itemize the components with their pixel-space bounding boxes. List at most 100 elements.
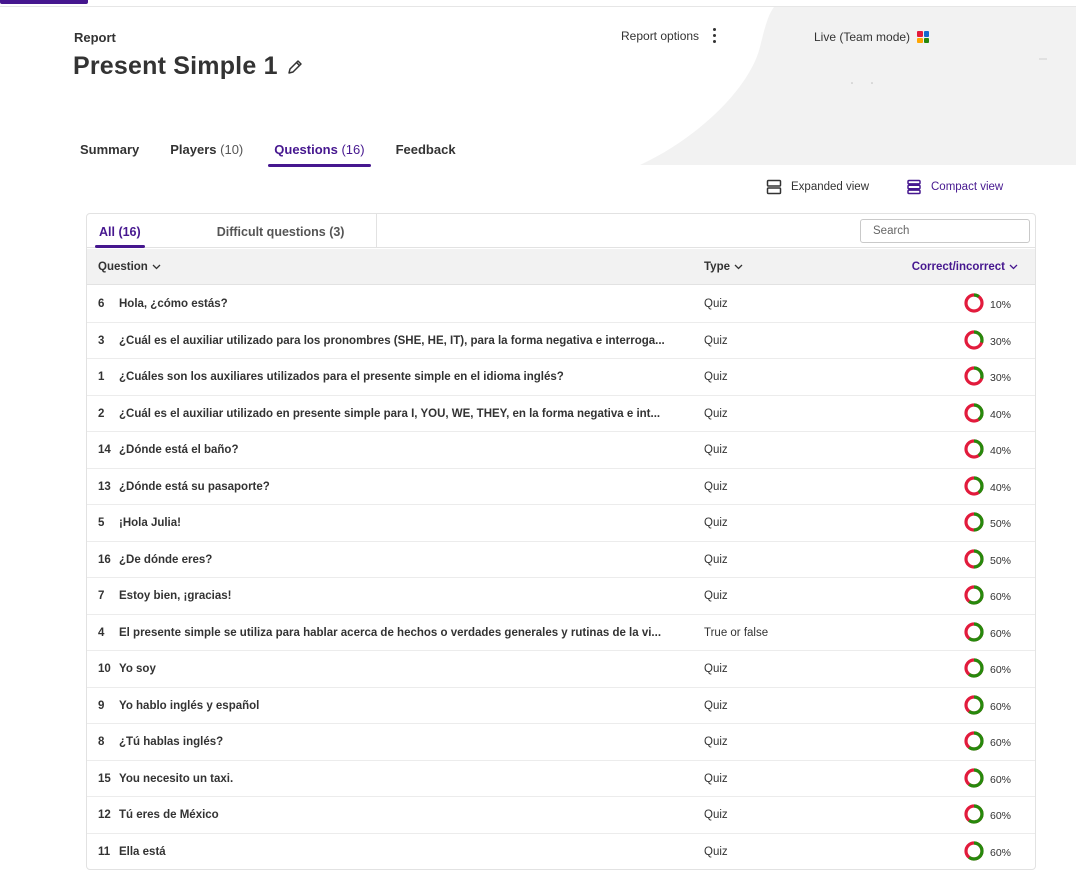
table-row[interactable]: 15 You necesito un taxi. Quiz 60% [87, 761, 1035, 797]
question-text: ¿Cuál es el auxiliar utilizado en presen… [119, 407, 661, 420]
question-number: 12 [98, 809, 111, 821]
tab-summary[interactable]: Summary [80, 138, 139, 167]
correct-donut-icon [964, 767, 984, 788]
correct-percentage: 40% [990, 445, 1012, 457]
chevron-down-icon [734, 264, 743, 270]
table-row[interactable]: 4 El presente simple se utiliza para habl… [87, 615, 1035, 651]
report-tabs: Summary Players (10) Questions (16) Feed… [80, 138, 487, 167]
question-type: Quiz [704, 590, 728, 602]
correct-percentage: 60% [990, 846, 1012, 859]
subtab-all[interactable]: All (16) [95, 214, 145, 248]
correct-percentage: 60% [990, 591, 1012, 603]
correct-percentage: 60% [990, 627, 1012, 640]
correct-donut-icon [964, 585, 984, 605]
question-number: 8 [98, 736, 105, 748]
tab-questions[interactable]: Questions (16) [268, 138, 371, 167]
tab-count: (16) [341, 142, 365, 157]
question-number: 3 [98, 334, 105, 347]
question-number: 7 [98, 590, 105, 602]
correct-percentage: 30% [990, 372, 1012, 384]
table-row[interactable]: 5 ¡Hola Julia! Quiz 50% [87, 505, 1035, 542]
correct-donut-icon [964, 439, 984, 459]
type-column-header[interactable]: Type [704, 261, 743, 273]
table-row[interactable]: 13 ¿Dónde está su pasaporte? Quiz 40% [87, 469, 1035, 505]
search-input[interactable] [860, 219, 1030, 243]
correct-donut-icon [964, 840, 984, 861]
type-header-label: Type [704, 261, 730, 273]
subtab-difficult-questions[interactable]: Difficult questions (3) [217, 214, 345, 247]
tab-label: Summary [80, 142, 140, 157]
compact-view-button[interactable]: Compact view [906, 179, 1003, 195]
question-text: Ella está [119, 845, 166, 858]
question-text: ¿Tú hablas inglés? [119, 736, 224, 748]
table-row[interactable]: 2 ¿Cuál es el auxiliar utilizado en prese… [87, 396, 1035, 432]
question-number: 16 [98, 553, 111, 566]
expanded-view-button[interactable]: Expanded view [766, 179, 869, 195]
question-number: 2 [98, 407, 105, 420]
top-accent-bar [0, 0, 88, 4]
table-row[interactable]: 12 Tú eres de México Quiz 60% [87, 797, 1035, 834]
table-row[interactable]: 7 Estoy bien, ¡gracias! Quiz 60% [87, 578, 1035, 615]
tab-players[interactable]: Players (10) [170, 138, 243, 167]
correct-donut-icon [964, 402, 984, 423]
report-options-label: Report options [621, 28, 700, 43]
question-number: 9 [98, 699, 105, 712]
correct-header-label: Correct/incorrect [911, 261, 1005, 273]
question-number: 11 [98, 845, 111, 858]
question-type: Quiz [704, 407, 728, 420]
game-mode-indicator: Live (Team mode) [814, 30, 930, 44]
tab-feedback[interactable]: Feedback [396, 138, 456, 167]
question-text: Yo hablo inglés y español [119, 699, 260, 712]
question-type: Quiz [704, 809, 728, 821]
table-row[interactable]: 1 ¿Cuáles son los auxiliares utilizados p… [87, 359, 1035, 396]
table-header: Question Type Correct/incorrect [87, 249, 1035, 285]
correct-donut-icon [964, 621, 984, 642]
questions-panel: All (16) Difficult questions (3) Questio… [86, 213, 1036, 870]
report-options-button[interactable]: Report options [621, 28, 720, 43]
correct-donut-icon [964, 329, 984, 350]
table-row[interactable]: 6 Hola, ¿cómo estás? Quiz 10% [87, 286, 1035, 323]
incorrect-arc [964, 293, 984, 313]
table-row[interactable]: 11 Ella está Quiz 60% [87, 834, 1035, 871]
question-number: 6 [98, 298, 105, 310]
correct-donut-icon [964, 804, 984, 824]
game-mode-label: Live (Team mode) [814, 30, 911, 44]
question-text: ¿De dónde eres? [119, 553, 213, 566]
question-number: 1 [98, 371, 105, 383]
top-divider [0, 6, 1076, 7]
tab-label: Players [170, 142, 217, 157]
table-row[interactable]: 16 ¿De dónde eres? Quiz 50% [87, 542, 1035, 578]
correct-percentage: 10% [990, 299, 1012, 311]
question-type: Quiz [704, 444, 728, 456]
correct-donut-icon [964, 731, 984, 751]
question-number: 4 [98, 626, 105, 639]
page-title: Present Simple 1 [73, 52, 278, 80]
correct-percentage: 60% [990, 773, 1012, 786]
correct-percentage: 60% [990, 810, 1012, 822]
report-label: Report [74, 30, 116, 45]
correct-percentage: 50% [990, 554, 1012, 567]
table-row[interactable]: 14 ¿Dónde está el baño? Quiz 40% [87, 432, 1035, 469]
team-icon-red [917, 31, 923, 37]
correct-donut-icon [964, 694, 984, 715]
table-row[interactable]: 10 Yo soy Quiz 60% [87, 651, 1035, 688]
correct-column-header[interactable]: Correct/incorrect [912, 261, 1018, 273]
pencil-icon[interactable] [286, 58, 304, 76]
question-type: Quiz [704, 736, 728, 748]
question-type: Quiz [704, 371, 728, 383]
question-type: Quiz [704, 298, 728, 310]
question-type: True or false [704, 626, 769, 639]
correct-donut-icon [964, 293, 984, 313]
correct-donut-icon [964, 548, 984, 569]
correct-percentage: 40% [990, 408, 1012, 421]
table-row[interactable]: 3 ¿Cuál es el auxiliar utilizado para los… [87, 323, 1035, 359]
question-column-header[interactable]: Question [98, 261, 161, 273]
correct-percentage: 60% [990, 700, 1012, 713]
table-row[interactable]: 8 ¿Tú hablas inglés? Quiz 60% [87, 724, 1035, 761]
table-row[interactable]: 9 Yo hablo inglés y español Quiz 60% [87, 688, 1035, 724]
question-type: Quiz [704, 699, 728, 712]
correct-percentage: 40% [990, 481, 1012, 494]
expanded-view-icon [766, 179, 782, 195]
question-text: You necesito un taxi. [119, 772, 234, 785]
question-type: Quiz [704, 663, 728, 675]
